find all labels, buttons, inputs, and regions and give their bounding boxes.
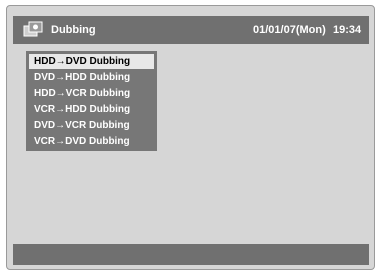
dubbing-icon: [23, 21, 43, 38]
menu-item-hdd-to-dvd[interactable]: HDD→DVD Dubbing: [29, 54, 154, 69]
date-display: 01/01/07(Mon): [253, 24, 326, 36]
menu-item-hdd-to-vcr[interactable]: HDD→VCR Dubbing: [29, 86, 154, 101]
dubbing-menu: HDD→DVD Dubbing DVD→HDD Dubbing HDD→VCR …: [26, 51, 157, 151]
status-bar: [13, 244, 369, 265]
menu-item-dvd-to-hdd[interactable]: DVD→HDD Dubbing: [29, 70, 154, 85]
title-bar: Dubbing 01/01/07(Mon) 19:34: [13, 16, 369, 44]
menu-item-vcr-to-hdd[interactable]: VCR→HDD Dubbing: [29, 102, 154, 117]
menu-item-dvd-to-vcr[interactable]: DVD→VCR Dubbing: [29, 118, 154, 133]
page-title: Dubbing: [51, 24, 96, 36]
menu-item-vcr-to-dvd[interactable]: VCR→DVD Dubbing: [29, 134, 154, 149]
time-display: 19:34: [333, 24, 362, 36]
